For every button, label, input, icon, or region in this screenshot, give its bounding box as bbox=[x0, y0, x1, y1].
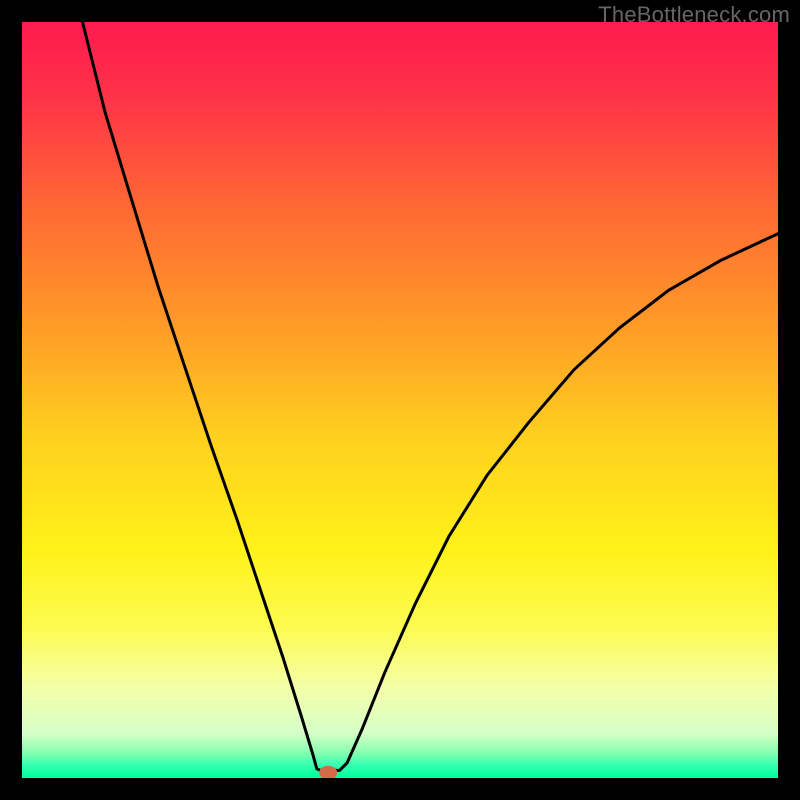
chart-frame: TheBottleneck.com bbox=[0, 0, 800, 800]
gradient-background bbox=[22, 22, 778, 778]
chart-svg bbox=[22, 22, 778, 778]
plot-area bbox=[22, 22, 778, 778]
